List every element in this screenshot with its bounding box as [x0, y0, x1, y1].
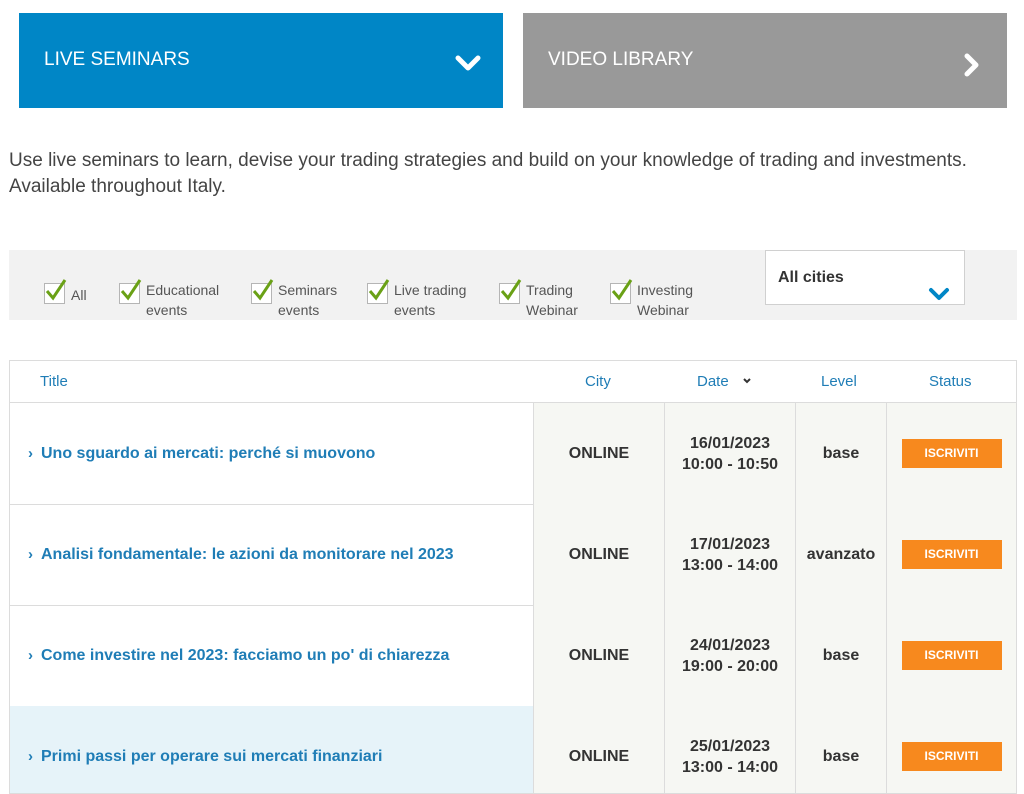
filter-educational-events[interactable]: Educational events	[119, 279, 226, 320]
seminar-date-cell: 24/01/2023 19:00 - 20:00	[664, 605, 795, 706]
seminar-city: ONLINE	[533, 706, 664, 793]
check-icon	[45, 279, 67, 301]
check-icon	[611, 279, 633, 301]
filter-label: Live trading events	[394, 282, 467, 318]
seminar-status-cell: ISCRIVITI	[886, 605, 1016, 706]
seminar-time: 19:00 - 20:00	[681, 657, 779, 675]
column-header-title[interactable]: Title	[40, 361, 68, 402]
seminar-date: 17/01/2023	[689, 535, 771, 553]
column-header-date-label: Date	[697, 373, 729, 390]
register-button[interactable]: ISCRIVITI	[901, 641, 1002, 670]
chevron-right-icon: ›	[28, 445, 33, 462]
seminar-level: base	[795, 706, 886, 793]
seminar-level: base	[795, 605, 886, 706]
tab-live-seminars[interactable]: LIVE SEMINARS	[19, 13, 503, 108]
seminar-date: 25/01/2023	[689, 737, 771, 755]
seminar-time: 13:00 - 14:00	[681, 556, 779, 574]
checkbox[interactable]	[367, 279, 390, 304]
filter-label: Educational events	[146, 282, 220, 318]
tab-live-seminars-label: LIVE SEMINARS	[44, 49, 190, 70]
chevron-down-icon	[453, 13, 483, 108]
column-header-city[interactable]: City	[585, 361, 611, 402]
check-icon	[368, 279, 390, 301]
intro-text: Use live seminars to learn, devise your …	[9, 150, 967, 197]
chevron-right-icon: ›	[28, 748, 33, 765]
checkbox[interactable]	[251, 279, 274, 304]
checkbox[interactable]	[119, 279, 142, 304]
seminar-title: Come investire nel 2023: facciamo un po'…	[41, 646, 450, 664]
seminar-date-cell: 25/01/2023 13:00 - 14:00	[664, 706, 795, 793]
column-header-status[interactable]: Status	[929, 361, 972, 402]
filter-seminars-events[interactable]: Seminars events	[251, 279, 348, 320]
tab-video-library-label: VIDEO LIBRARY	[548, 49, 694, 70]
register-button[interactable]: ISCRIVITI	[901, 540, 1002, 569]
register-button[interactable]: ISCRIVITI	[901, 439, 1002, 468]
seminar-title-link[interactable]: › Analisi fondamentale: le azioni da mon…	[10, 504, 533, 605]
tab-video-library[interactable]: VIDEO LIBRARY	[523, 13, 1007, 108]
seminar-time: 10:00 - 10:50	[681, 455, 779, 473]
table-row: › Analisi fondamentale: le azioni da mon…	[10, 504, 1016, 606]
seminar-level: base	[795, 403, 886, 504]
filter-investing-webinar[interactable]: Investing Webinar	[610, 279, 702, 320]
chevron-down-icon	[928, 270, 950, 323]
filter-label: All	[71, 287, 87, 303]
seminar-date: 16/01/2023	[689, 434, 771, 452]
seminar-date-cell: 16/01/2023 10:00 - 10:50	[664, 403, 795, 504]
seminar-time: 13:00 - 14:00	[681, 758, 779, 776]
seminar-title: Uno sguardo ai mercati: perché si muovon…	[41, 444, 376, 462]
chevron-right-icon: ›	[28, 647, 33, 664]
checkbox[interactable]	[610, 279, 633, 304]
chevron-right-icon	[957, 13, 987, 108]
chevron-right-icon: ›	[28, 546, 33, 563]
filter-live-trading-events[interactable]: Live trading events	[367, 279, 474, 320]
seminar-title-link[interactable]: › Uno sguardo ai mercati: perché si muov…	[10, 403, 533, 504]
filter-label: Trading Webinar	[526, 282, 578, 318]
city-select-value: All cities	[778, 269, 844, 286]
sort-down-icon	[743, 378, 751, 384]
check-icon	[252, 279, 274, 301]
seminar-title: Analisi fondamentale: le azioni da monit…	[41, 545, 454, 563]
table-row: › Uno sguardo ai mercati: perché si muov…	[10, 403, 1016, 505]
seminar-title-link[interactable]: › Come investire nel 2023: facciamo un p…	[10, 605, 533, 706]
check-icon	[500, 279, 522, 301]
filter-trading-webinar[interactable]: Trading Webinar	[499, 279, 586, 320]
column-header-date[interactable]: Date	[697, 361, 753, 402]
seminars-table: Title City Date Level Status › Uno sguar…	[9, 360, 1017, 794]
seminar-date-cell: 17/01/2023 13:00 - 14:00	[664, 504, 795, 605]
seminar-city: ONLINE	[533, 504, 664, 605]
checkbox[interactable]	[499, 279, 522, 304]
filter-label: Investing Webinar	[637, 282, 694, 318]
city-select[interactable]: All cities	[765, 250, 965, 305]
seminar-status-cell: ISCRIVITI	[886, 403, 1016, 504]
seminar-level: avanzato	[795, 504, 886, 605]
check-icon	[120, 279, 142, 301]
filter-all[interactable]: All	[44, 279, 87, 305]
seminar-city: ONLINE	[533, 403, 664, 504]
table-row: › Primi passi per operare sui mercati fi…	[10, 706, 1016, 793]
seminar-status-cell: ISCRIVITI	[886, 504, 1016, 605]
seminar-title-link[interactable]: › Primi passi per operare sui mercati fi…	[10, 706, 533, 793]
table-header: Title City Date Level Status	[10, 361, 1016, 403]
column-header-level[interactable]: Level	[821, 361, 857, 402]
filter-label: Seminars events	[278, 282, 338, 318]
checkbox[interactable]	[44, 279, 67, 304]
seminar-status-cell: ISCRIVITI	[886, 706, 1016, 793]
seminar-city: ONLINE	[533, 605, 664, 706]
seminar-date: 24/01/2023	[689, 636, 771, 654]
table-row: › Come investire nel 2023: facciamo un p…	[10, 605, 1016, 707]
register-button[interactable]: ISCRIVITI	[901, 742, 1002, 771]
seminar-title: Primi passi per operare sui mercati fina…	[41, 747, 383, 765]
